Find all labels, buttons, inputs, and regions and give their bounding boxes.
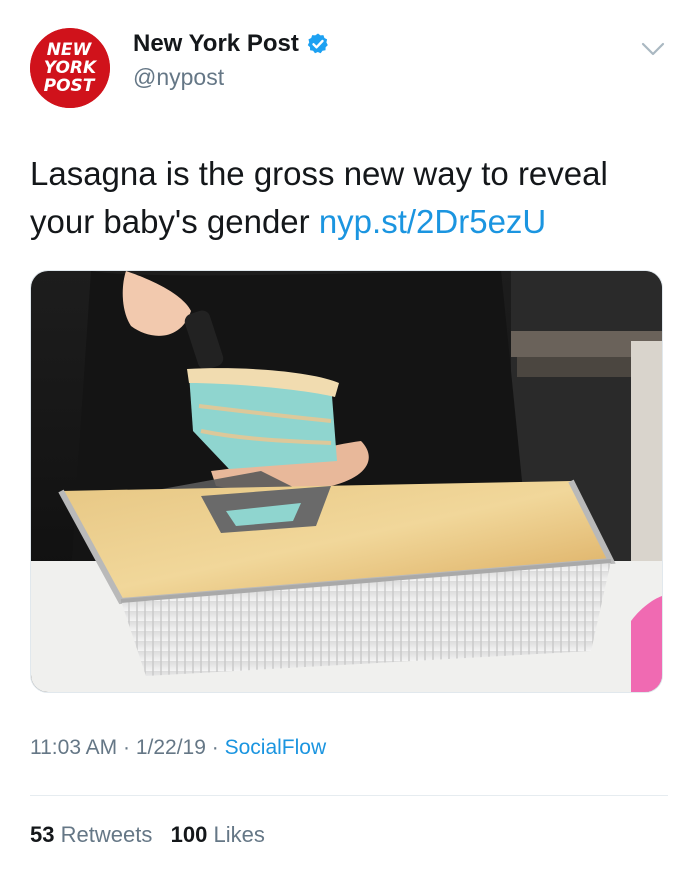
- name-row: New York Post: [133, 30, 330, 58]
- divider: [30, 795, 668, 796]
- avatar[interactable]: NEW YORK POST: [30, 28, 110, 108]
- logo-line-1: NEW: [47, 40, 93, 60]
- likes-count: 100: [170, 822, 208, 847]
- tweet-link[interactable]: nyp.st/2Dr5ezU: [319, 203, 546, 240]
- logo-line-2: YORK: [44, 58, 98, 78]
- meta-separator: ·: [117, 736, 136, 759]
- tweet-date[interactable]: 1/22/19: [136, 736, 206, 759]
- tweet-source[interactable]: SocialFlow: [225, 736, 327, 759]
- likes-stat[interactable]: 100 Likes: [171, 822, 265, 847]
- display-name[interactable]: New York Post: [133, 30, 299, 58]
- likes-label: Likes: [213, 822, 265, 847]
- logo-line-3: POST: [44, 76, 96, 96]
- tweet-media[interactable]: [30, 270, 663, 693]
- tweet-text: Lasagna is the gross new way to reveal y…: [30, 150, 660, 246]
- tweet-meta: 11:03 AM · 1/22/19 · SocialFlow: [30, 736, 326, 760]
- chevron-down-icon[interactable]: [640, 40, 666, 58]
- lasagna-photo: [31, 271, 662, 692]
- tweet-stats: 53 Retweets 100 Likes: [30, 822, 265, 848]
- handle[interactable]: @nypost: [133, 64, 224, 91]
- retweets-label: Retweets: [60, 822, 153, 847]
- retweets-stat[interactable]: 53 Retweets: [30, 822, 152, 847]
- new-york-post-logo: NEW YORK POST: [30, 28, 110, 108]
- retweets-count: 53: [30, 822, 55, 847]
- verified-badge-icon: [307, 33, 328, 54]
- tweet-time[interactable]: 11:03 AM: [30, 736, 117, 759]
- meta-separator-2: ·: [205, 736, 225, 759]
